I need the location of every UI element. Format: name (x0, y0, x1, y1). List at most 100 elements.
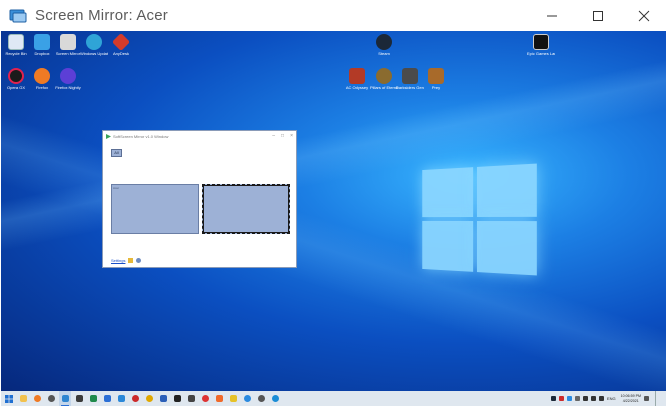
taskbar-app-screen-mirror[interactable] (59, 391, 71, 406)
taskbar-app-brave[interactable] (213, 391, 225, 406)
taskbar-app-notes[interactable] (227, 391, 239, 406)
start-button[interactable] (1, 391, 17, 406)
help-icon (131, 395, 139, 402)
desktop-icon-label: Steam (378, 51, 390, 56)
game-icon (402, 68, 418, 84)
taskbar-app-chrome[interactable] (143, 391, 155, 406)
minimize-button[interactable] (529, 0, 575, 31)
desktop-icon-label: Firefox (35, 85, 49, 90)
epic-games-icon (533, 34, 549, 50)
wallpaper-light-beam (1, 31, 666, 391)
desktop-icon[interactable]: Windows Update (80, 34, 108, 56)
desktop-icon-label: Darksiders Genesis (396, 85, 424, 90)
desktop-icon-label: Dropbox (34, 51, 50, 56)
media-icon (187, 395, 195, 402)
firefox-icon (34, 68, 50, 84)
desktop-icon-label: Recycle Bin (5, 51, 27, 56)
folder-shortcut-icon (34, 34, 50, 50)
taskbar-app-messenger[interactable] (241, 391, 253, 406)
desktop-icon[interactable]: Pillars of Eternity II (370, 68, 398, 90)
vivaldi-icon (201, 395, 209, 402)
taskbar-app-todo[interactable] (115, 391, 127, 406)
file-explorer-icon (19, 395, 27, 402)
game-icon (376, 68, 392, 84)
monitor-2-tile[interactable] (202, 184, 290, 234)
monitor-1-tile[interactable]: Acer (111, 184, 199, 234)
taskbar-app-media[interactable] (185, 391, 197, 406)
desktop-icon[interactable]: AnyDesk (107, 32, 135, 56)
desktop-icon[interactable]: Steam (370, 34, 398, 56)
all-monitors-button[interactable]: All (111, 149, 122, 157)
desktop-icon[interactable]: Prey (422, 68, 450, 90)
app-logo-icon (106, 134, 111, 139)
settings-icon (257, 395, 265, 402)
desktop-icon-label: AC Odyssey (345, 85, 369, 90)
folder-icon[interactable] (128, 258, 134, 263)
taskbar-app-photos[interactable] (101, 391, 113, 406)
tray-app-icon[interactable] (566, 396, 572, 401)
taskbar-app-unity[interactable] (171, 391, 183, 406)
clock[interactable]: 10:06:59 PM 4/22/2021 (621, 394, 641, 403)
taskbar-app-settings[interactable] (255, 391, 267, 406)
taskbar-app-word[interactable] (157, 391, 169, 406)
desktop-icon[interactable]: Recycle Bin (2, 34, 30, 56)
desktop-icon[interactable]: Firefox Nightly (54, 68, 82, 90)
chevron-up-icon[interactable] (574, 396, 580, 401)
tray-app-icon[interactable] (558, 396, 564, 401)
taskbar-app-file-explorer[interactable] (17, 391, 29, 406)
taskbar-app-edge[interactable] (269, 391, 281, 406)
show-desktop-button[interactable] (655, 391, 658, 406)
windows-logo-wallpaper (422, 163, 537, 276)
windows-start-icon (5, 394, 13, 403)
info-icon[interactable] (136, 258, 142, 263)
desktop-icon[interactable]: Epic Games Launcher (527, 34, 555, 56)
screen-mirror-icon (61, 395, 69, 402)
notes-icon (229, 395, 237, 402)
maximize-button[interactable] (575, 0, 621, 31)
taskbar-app[interactable] (45, 391, 57, 406)
desktop-icon[interactable]: Firefox (28, 68, 56, 90)
desktop-icon-label: Windows Update (80, 51, 108, 56)
excel-icon (89, 395, 97, 402)
app-close-button[interactable]: × (290, 133, 293, 139)
calculator-icon (75, 395, 83, 402)
desktop-icon-label: Screen Mirror (55, 51, 81, 56)
desktop-icon[interactable]: Opera GX (2, 68, 30, 90)
desktop-icon[interactable]: Screen Mirror (54, 34, 82, 56)
mirrored-desktop[interactable]: Recycle Bin Dropbox Screen Mirror Window… (1, 31, 666, 391)
taskbar-app-calculator[interactable] (73, 391, 85, 406)
firefox-nightly-icon (60, 68, 76, 84)
app-maximize-button[interactable]: □ (281, 133, 284, 139)
desktop-icon[interactable]: Dropbox (28, 34, 56, 56)
taskbar-app-help[interactable] (129, 391, 141, 406)
language-indicator[interactable]: ENG (607, 396, 616, 401)
desktop-icon-label: AnyDesk (112, 51, 129, 56)
desktop-icon-label: Epic Games Launcher (527, 51, 555, 56)
minimize-icon (547, 15, 557, 16)
volume-icon[interactable] (590, 396, 596, 401)
close-button[interactable] (621, 0, 667, 31)
desktop-icon-label: Prey (431, 85, 441, 90)
settings-link[interactable]: Settings (111, 258, 125, 263)
desktop-icon[interactable]: Darksiders Genesis (396, 68, 424, 90)
opera-gx-icon (8, 68, 24, 84)
network-icon[interactable] (582, 396, 588, 401)
taskbar-app-vivaldi[interactable] (199, 391, 211, 406)
tray-app-icon[interactable] (550, 396, 556, 401)
edge-icon (271, 395, 279, 402)
taskbar-pinned-apps (17, 391, 283, 406)
window-title: Screen Mirror: Acer (35, 7, 168, 24)
network-icon (86, 34, 102, 50)
steam-icon (376, 34, 392, 50)
notification-icon[interactable] (644, 396, 649, 401)
mirror-app-window[interactable]: SoftScreen Mirror v1.0 Window – □ × All … (102, 130, 297, 268)
monitor-1-label: Acer (113, 186, 120, 190)
app-titlebar: SoftScreen Mirror v1.0 Window (103, 131, 296, 142)
taskbar-app-firefox[interactable] (31, 391, 43, 406)
battery-icon[interactable] (598, 396, 604, 401)
app-minimize-button[interactable]: – (272, 133, 275, 139)
window-titlebar: Screen Mirror: Acer (0, 0, 667, 31)
taskbar-app-excel[interactable] (87, 391, 99, 406)
word-icon (159, 395, 167, 402)
desktop-icon[interactable]: AC Odyssey (343, 68, 371, 90)
